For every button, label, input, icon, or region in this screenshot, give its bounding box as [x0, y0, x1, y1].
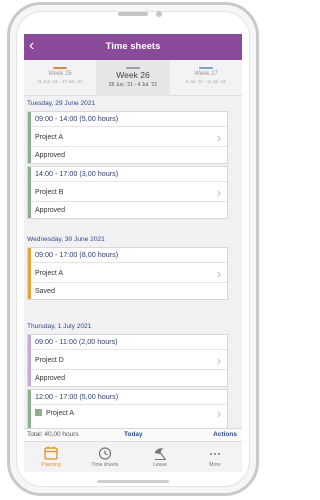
entry-color-stripe: [28, 390, 31, 428]
divider: [31, 146, 227, 147]
total-hours: Total: 40,00 hours: [27, 431, 79, 438]
entry-time: 09:00 - 14:00 (5,00 hours): [35, 114, 119, 123]
timesheet-entry[interactable]: 14:00 - 17:00 (3,00 hours) Project B App…: [27, 166, 228, 219]
divider: [31, 262, 227, 263]
app-header: ‹ Time sheets: [24, 34, 242, 60]
calendar-icon: [44, 446, 58, 460]
entry-status: Approved: [35, 152, 65, 159]
entry-color-stripe: [28, 112, 31, 163]
week-color-bar: [126, 67, 140, 69]
divider: [31, 369, 227, 370]
entry-project: Project B: [35, 189, 64, 196]
more-dots-icon: [210, 453, 220, 455]
entry-project: Project A: [35, 270, 64, 277]
tab-leave[interactable]: Leave: [133, 442, 187, 472]
bottom-tab-bar: Planning Time sheets Leave More: [24, 441, 242, 472]
week-range: 5 Jul. '21 - 11 Jul. '21: [185, 79, 227, 84]
divider: [31, 282, 227, 283]
project-color-swatch: [35, 409, 42, 416]
entry-project: Project A: [46, 410, 75, 417]
page-title: Time sheets: [105, 41, 161, 52]
week-tab-26[interactable]: Week 26 28 Jun. '21 - 4 Jul. '21: [96, 60, 170, 96]
timesheet-entry[interactable]: 12:00 - 17:00 (5,00 hours) Project A ›: [27, 389, 228, 428]
actions-button[interactable]: Actions: [213, 429, 237, 441]
phone-speaker: [118, 12, 148, 16]
chevron-right-icon: ›: [216, 266, 222, 281]
week-color-bar: [53, 67, 67, 69]
chevron-right-icon: ›: [216, 353, 222, 368]
divider: [31, 181, 227, 182]
timesheet-entry[interactable]: 09:00 - 11:00 (2,00 hours) Project D App…: [27, 334, 228, 387]
chevron-right-icon: ›: [216, 406, 222, 421]
day-header: Wednesday, 30 June 2021: [24, 234, 242, 246]
day-header: Thursday, 1 July 2021: [24, 321, 242, 333]
tab-label: Leave: [153, 462, 167, 468]
week-tab-25[interactable]: Week 25 21 Jun. '21 - 27 Jun. '21: [24, 60, 96, 96]
tab-label: More: [209, 462, 221, 468]
divider: [31, 126, 227, 127]
tab-planning[interactable]: Planning: [24, 442, 78, 472]
tab-more[interactable]: More: [188, 442, 242, 472]
chevron-right-icon: ›: [216, 185, 222, 200]
tab-time-sheets[interactable]: Time sheets: [78, 442, 132, 472]
week-range: 21 Jun. '21 - 27 Jun. '21: [37, 79, 83, 84]
divider: [31, 201, 227, 202]
tab-label: Planning: [41, 462, 61, 468]
entry-color-stripe: [28, 335, 31, 386]
app-screen: ‹ Time sheets Week 25 21 Jun. '21 - 27 J…: [24, 34, 242, 472]
summary-bar: Total: 40,00 hours Today Actions: [24, 428, 242, 441]
week-range: 28 Jun. '21 - 4 Jul. '21: [108, 82, 158, 88]
entry-project: Project D: [35, 357, 64, 364]
entry-status: Saved: [35, 288, 55, 295]
entry-project: Project A: [35, 134, 64, 141]
timesheet-entry[interactable]: 09:00 - 17:00 (8,00 hours) Project A Sav…: [27, 247, 228, 300]
chevron-right-icon: ›: [216, 130, 222, 145]
entry-status: Approved: [35, 207, 65, 214]
beach-umbrella-icon: [154, 448, 166, 460]
phone-camera: [156, 11, 162, 17]
week-label: Week 25: [48, 71, 72, 77]
timesheet-list[interactable]: Tuesday, 29 June 2021 09:00 - 14:00 (5,0…: [24, 96, 242, 428]
day-header: Tuesday, 29 June 2021: [24, 98, 242, 110]
entry-color-stripe: [28, 248, 31, 299]
divider: [31, 349, 227, 350]
divider: [31, 404, 227, 405]
week-label: Week 27: [194, 71, 218, 77]
today-button[interactable]: Today: [124, 429, 143, 441]
entry-color-stripe: [28, 167, 31, 218]
week-tab-27[interactable]: Week 27 5 Jul. '21 - 11 Jul. '21: [170, 60, 242, 96]
tab-label: Time sheets: [91, 462, 119, 468]
timesheet-entry[interactable]: 09:00 - 14:00 (5,00 hours) Project A App…: [27, 111, 228, 164]
entry-time: 09:00 - 17:00 (8,00 hours): [35, 250, 119, 259]
entry-status: Approved: [35, 375, 65, 382]
week-color-bar: [199, 67, 213, 69]
entry-project-row: Project A: [35, 409, 211, 419]
clock-icon: [98, 447, 112, 460]
home-indicator: [97, 480, 169, 483]
week-selector: Week 25 21 Jun. '21 - 27 Jun. '21 Week 2…: [24, 60, 242, 96]
entry-time: 14:00 - 17:00 (3,00 hours): [35, 169, 119, 178]
week-label: Week 26: [116, 70, 150, 80]
entry-time: 09:00 - 11:00 (2,00 hours): [35, 337, 118, 346]
entry-time: 12:00 - 17:00 (5,00 hours): [35, 392, 119, 401]
